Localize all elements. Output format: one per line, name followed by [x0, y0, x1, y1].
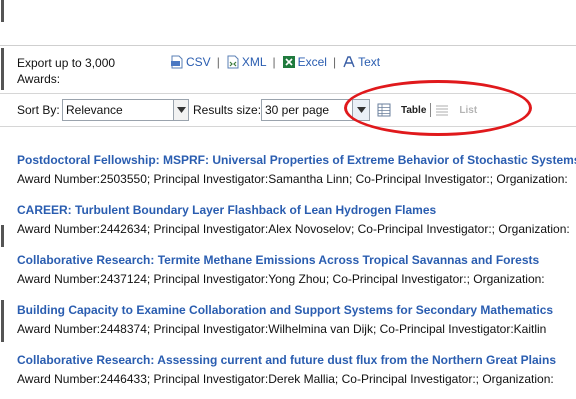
- left-scroll-rail: [0, 0, 6, 399]
- results-size-value: 30 per page: [265, 103, 330, 117]
- list-item: Collaborative Research: Termite Methane …: [17, 253, 576, 303]
- export-excel-link[interactable]: Excel: [282, 55, 327, 69]
- sort-label: Sort By:: [17, 103, 60, 117]
- list-item: Postdoctoral Fellowship: MSPRF: Universa…: [17, 153, 576, 203]
- award-title-link[interactable]: CAREER: Turbulent Boundary Layer Flashba…: [17, 203, 576, 218]
- award-meta: Award Number:2437124; Principal Investig…: [17, 272, 545, 286]
- list-item: Collaborative Research: Assessing curren…: [17, 353, 576, 399]
- award-title-link[interactable]: Collaborative Research: Assessing curren…: [17, 353, 576, 368]
- results-toolbar: Sort By: Relevance Results size: 30 per …: [0, 93, 576, 127]
- list-icon: [436, 105, 449, 116]
- results-size-label: Results size:: [193, 103, 262, 117]
- export-csv-link[interactable]: CSV: [170, 55, 211, 69]
- table-view-button[interactable]: Table: [377, 103, 426, 117]
- results-size-select[interactable]: 30 per page: [261, 99, 370, 121]
- table-view-label: Table: [401, 104, 427, 116]
- view-toggle: Table List: [377, 100, 477, 120]
- export-xml-label: XML: [241, 55, 267, 69]
- award-title-link[interactable]: Postdoctoral Fellowship: MSPRF: Universa…: [17, 153, 576, 168]
- chevron-down-icon[interactable]: [173, 100, 188, 120]
- award-meta: Award Number:2448374; Principal Investig…: [17, 322, 547, 336]
- export-label: Export up to 3,000 Awards:: [17, 56, 116, 86]
- award-title-link[interactable]: Building Capacity to Examine Collaborati…: [17, 303, 576, 318]
- sort-select-value: Relevance: [66, 103, 123, 117]
- export-separator: |: [332, 55, 337, 69]
- export-csv-label: CSV: [186, 55, 211, 69]
- sort-select[interactable]: Relevance: [62, 99, 189, 121]
- top-panel: [0, 0, 576, 46]
- award-meta: Award Number:2442634; Principal Investig…: [17, 222, 570, 236]
- export-separator: |: [216, 55, 220, 69]
- list-item: CAREER: Turbulent Boundary Layer Flashba…: [17, 203, 576, 253]
- list-view-button[interactable]: List: [435, 103, 477, 117]
- results-list: Postdoctoral Fellowship: MSPRF: Universa…: [17, 153, 576, 399]
- export-text-link[interactable]: Text: [342, 55, 380, 69]
- award-meta: Award Number:2446433; Principal Investig…: [17, 372, 554, 386]
- export-text-label: Text: [358, 55, 381, 69]
- text-file-icon: [343, 56, 355, 68]
- list-item: Building Capacity to Examine Collaborati…: [17, 303, 576, 353]
- csv-file-icon: [171, 55, 183, 69]
- export-separator: |: [272, 55, 276, 69]
- chevron-down-icon[interactable]: [352, 100, 369, 120]
- list-view-label: List: [459, 104, 478, 116]
- excel-file-icon: [282, 56, 295, 68]
- table-icon: [377, 103, 391, 117]
- export-excel-label: Excel: [297, 55, 327, 69]
- export-xml-link[interactable]: XML: [226, 55, 267, 69]
- view-toggle-divider: [430, 103, 432, 117]
- export-links: CSV | XML | Excel | Text: [170, 54, 380, 70]
- xml-file-icon: [227, 55, 239, 69]
- award-title-link[interactable]: Collaborative Research: Termite Methane …: [17, 253, 576, 268]
- award-meta: Award Number:2503550; Principal Investig…: [17, 172, 568, 186]
